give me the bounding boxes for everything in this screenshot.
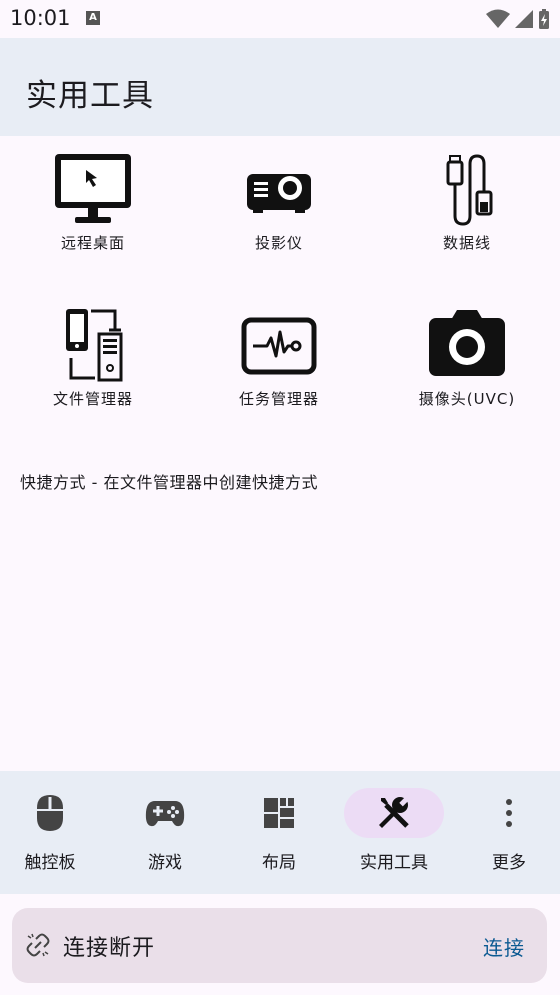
nav-active-indicator — [344, 788, 444, 838]
tool-label: 数据线 — [442, 234, 491, 252]
battery-icon — [539, 9, 549, 29]
nav-label: 布局 — [262, 853, 296, 873]
nav-label: 游戏 — [148, 853, 182, 873]
tool-task-manager[interactable]: 任务管理器 — [189, 308, 369, 409]
file-transfer-icon — [66, 309, 123, 382]
signal-icon — [515, 10, 533, 28]
camera-icon — [429, 310, 505, 376]
tool-remote-desktop[interactable]: 远程桌面 — [3, 152, 183, 253]
activity-monitor-icon — [241, 317, 317, 375]
tool-data-cable[interactable]: 数据线 — [377, 152, 557, 253]
tool-file-manager[interactable]: 文件管理器 — [3, 308, 183, 409]
nav-item-more[interactable]: 更多 — [453, 771, 560, 894]
status-bar: 10:01 A — [0, 0, 560, 38]
notification-icon: A — [86, 11, 100, 25]
connection-status: 连接断开 — [63, 936, 156, 961]
nav-item-game[interactable]: 游戏 — [109, 771, 221, 894]
link-off-icon — [26, 933, 50, 957]
shortcut-hint: 快捷方式 - 在文件管理器中创建快捷方式 — [20, 473, 318, 492]
tools-icon — [379, 796, 410, 828]
tool-label: 投影仪 — [254, 234, 303, 252]
app-bar: 实用工具 — [0, 38, 560, 136]
usb-cable-icon — [446, 154, 493, 226]
mouse-icon — [37, 795, 63, 831]
monitor-icon — [55, 154, 131, 223]
wifi-icon — [486, 9, 510, 28]
tool-label: 任务管理器 — [238, 390, 319, 408]
nav-icon-container — [459, 788, 559, 838]
tool-label: 远程桌面 — [60, 234, 125, 252]
nav-label: 实用工具 — [360, 853, 428, 873]
nav-item-tools[interactable]: 实用工具 — [338, 771, 450, 894]
connection-bar: 连接断开 连接 — [12, 908, 547, 983]
nav-label: 更多 — [492, 853, 526, 873]
nav-label: 触控板 — [24, 853, 76, 873]
tool-projector[interactable]: 投影仪 — [189, 152, 369, 253]
projector-icon — [247, 174, 311, 213]
bottom-navigation: 触控板 游戏 布局 实用工具 更多 — [0, 771, 560, 894]
nav-icon-container — [0, 788, 100, 838]
tool-camera[interactable]: 摄像头(UVC) — [377, 308, 557, 409]
nav-item-touchpad[interactable]: 触控板 — [0, 771, 106, 894]
nav-icon-container — [115, 788, 215, 838]
page-title: 实用工具 — [26, 78, 154, 114]
status-time: 10:01 — [10, 6, 71, 30]
more-vert-icon — [506, 799, 512, 827]
tool-label: 文件管理器 — [52, 390, 133, 408]
connect-button[interactable]: 连接 — [483, 932, 525, 961]
nav-icon-container — [229, 788, 329, 838]
gamepad-icon — [145, 801, 185, 827]
nav-item-layout[interactable]: 布局 — [223, 771, 335, 894]
layout-icon — [264, 798, 294, 828]
tool-label: 摄像头(UVC) — [418, 390, 516, 408]
